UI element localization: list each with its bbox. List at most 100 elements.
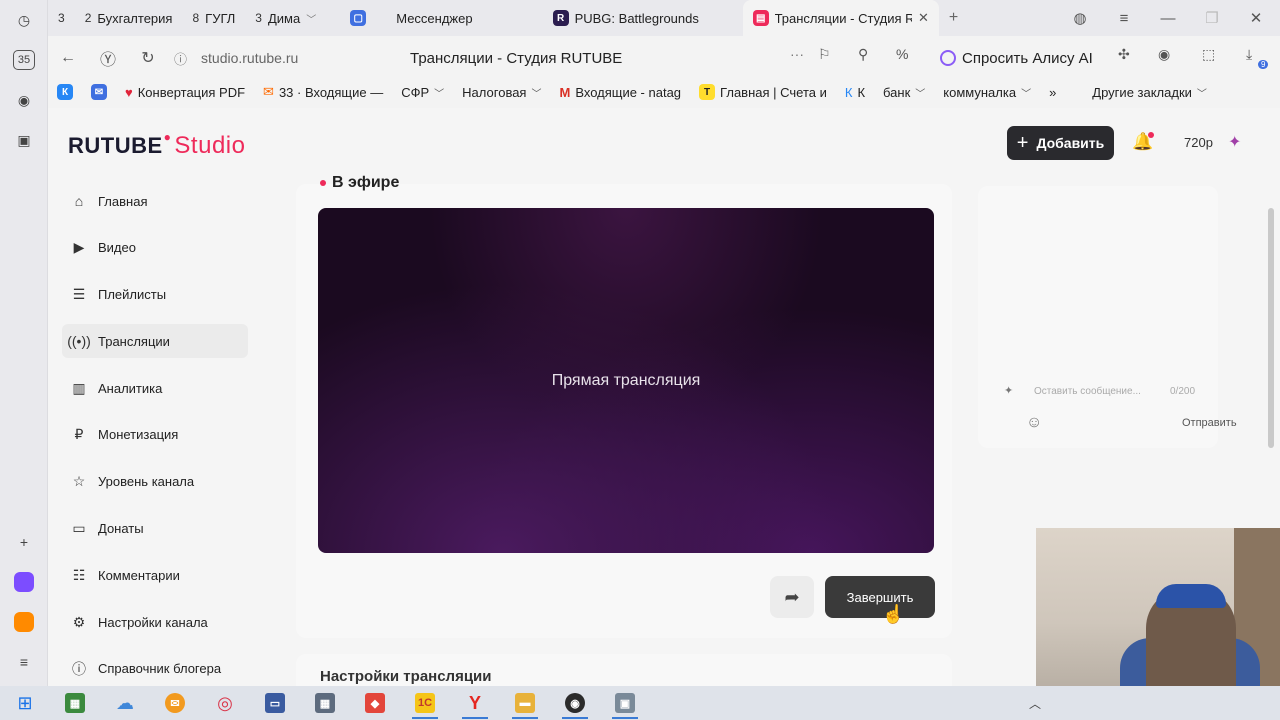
tab-group-buhgalteria[interactable]: 2 Бухгалтерия (75, 0, 183, 36)
sidebar-item-home[interactable]: ⌂ Главная (62, 184, 248, 218)
notifications-bell-icon[interactable]: 🔔 (1132, 132, 1154, 154)
sidebar-item-label: Видео (98, 240, 136, 256)
bookmark-icon[interactable]: ⚐ (818, 46, 831, 63)
taskbar-app-explorer[interactable]: ▬ (500, 686, 550, 720)
bookmark-utilities[interactable]: коммуналка ﹀ (934, 85, 1040, 100)
taskbar-app-1c[interactable]: 1С (400, 686, 450, 720)
sidebar-item-playlists[interactable]: ☰ Плейлисты (62, 278, 248, 312)
back-arrow-icon[interactable]: ← (48, 38, 88, 78)
url-text[interactable]: studio.rutube.ru (201, 50, 298, 66)
menu-lines-icon[interactable]: ≡ (12, 650, 36, 674)
taskbar-app-ccleaner[interactable]: ◎ (200, 686, 250, 720)
tab-pubg[interactable]: R PUBG: Battlegrounds (543, 0, 709, 36)
bookmark-bank[interactable]: банк ﹀ (874, 85, 934, 100)
bookmarks-overflow[interactable]: » (1040, 85, 1065, 100)
close-window-icon[interactable]: ✕ (1234, 0, 1278, 36)
bookmark-sfr[interactable]: СФР ﹀ (392, 85, 453, 100)
browser-menu-icon[interactable]: ≡ (1102, 0, 1146, 36)
profile-icon[interactable]: ◍ (1058, 0, 1102, 36)
bookmark-tax[interactable]: Налоговая ﹀ (453, 85, 550, 100)
sidebar-item-blogger-guide[interactable]: ⓘ Справочник блогера (62, 652, 248, 686)
bookmark-vk[interactable]: К (48, 84, 82, 100)
tab-rutube-studio[interactable]: ▤ Трансляции - Студия R ✕ (742, 0, 939, 36)
bookmark-label: 33 · Входящие — (278, 84, 384, 100)
taskbar-app-anydesk[interactable]: ◆ (350, 686, 400, 720)
taskbar-app-screen[interactable]: ▭ (250, 686, 300, 720)
bookmark-bank-home[interactable]: T Главная | Счета и (690, 84, 836, 100)
chat-input[interactable]: Оставить сообщение... (1034, 386, 1141, 397)
extensions-icon[interactable]: ✣ (1118, 46, 1130, 63)
sidebar-item-monetization[interactable]: ₽ Монетизация (62, 418, 248, 452)
broadcast-settings-heading[interactable]: Настройки трансляции (320, 668, 492, 685)
share-button[interactable]: ➦ (770, 576, 814, 618)
search-icon[interactable]: ⚲ (858, 46, 868, 63)
sidebar-item-channel-settings[interactable]: ⚙ Настройки канала (62, 605, 248, 639)
tab-count: 2 (84, 11, 92, 25)
send-button[interactable]: Отправить (1182, 417, 1237, 429)
sidebar-item-donations[interactable]: ▭ Донаты (62, 512, 248, 546)
site-info-icon[interactable]: ⓘ (174, 49, 187, 68)
restore-icon[interactable]: ❐ (1190, 0, 1234, 36)
comment-icon: ☷ (72, 566, 86, 583)
collections-icon[interactable]: ▣ (12, 128, 36, 152)
bookmark-inbox[interactable]: ✉ 33 · Входящие — (254, 84, 392, 100)
sidebar-item-broadcasts[interactable]: ((•)) Трансляции (62, 324, 248, 359)
gmail-icon: M (559, 84, 571, 100)
finish-broadcast-button[interactable]: Завершить (825, 576, 935, 618)
tab-messenger[interactable]: ▢ Мессенджер (340, 0, 482, 36)
close-tab-icon[interactable]: ✕ (918, 10, 929, 26)
taskbar-app-1[interactable]: ▦ (50, 686, 100, 720)
sidebar-item-channel-level[interactable]: ☆ Уровень канала (62, 465, 248, 499)
media-icon[interactable]: ◉ (1158, 46, 1170, 63)
reload-icon[interactable]: ↻ (128, 38, 168, 78)
taskbar-app-yandex[interactable]: Y (450, 686, 500, 720)
add-button[interactable]: + Добавить (1007, 126, 1114, 160)
quality-label[interactable]: 720p (1184, 135, 1213, 150)
webcam-person-cap (1156, 584, 1226, 608)
add-panel-icon[interactable]: + (12, 530, 36, 554)
discount-icon[interactable]: % (896, 46, 908, 62)
tab-group-1[interactable]: 3 (48, 0, 75, 36)
new-tab-button[interactable]: + (939, 0, 968, 36)
yandex-browser-icon: Y (468, 692, 481, 713)
page-scrollbar[interactable] (1268, 208, 1274, 448)
orange-app-icon[interactable] (12, 610, 36, 634)
ruble-icon: ₽ (74, 426, 84, 443)
ask-alice-button[interactable]: Спросить Алису AI (932, 44, 1105, 72)
video-player[interactable]: Прямая трансляция (318, 208, 934, 553)
tray-chevron-up-icon[interactable]: ︿ (1010, 686, 1060, 720)
downloads-icon[interactable]: ⤓ (1246, 46, 1252, 63)
taskbar-app-cloud[interactable]: ☁ (100, 686, 150, 720)
bookmark-label: Налоговая (462, 84, 527, 100)
history-icon[interactable]: ◷ (12, 8, 36, 32)
wallet-icon: ▭ (72, 520, 86, 537)
bookmark-mail[interactable]: ✉ (82, 84, 116, 100)
avatar[interactable]: ✦ (1228, 132, 1248, 152)
taskbar-app-mail[interactable]: ✉ (150, 686, 200, 720)
bookmarks-panel-icon[interactable]: ⬚ (1202, 46, 1215, 63)
other-bookmarks[interactable]: Другие закладки ﹀ (1083, 85, 1216, 100)
tab-group-google[interactable]: 8 ГУГЛ (182, 0, 245, 36)
sidebar-item-analytics[interactable]: ▥ Аналитика (62, 371, 248, 405)
rutube-studio-logo[interactable]: RUTUBE ● Studio (68, 130, 245, 160)
messenger-app-icon[interactable] (12, 570, 36, 594)
yandex-icon[interactable]: Ⓨ (88, 38, 128, 78)
chevron-down-icon: ﹀ (531, 88, 542, 100)
taskbar-app-obs[interactable]: ◉ (550, 686, 600, 720)
emoji-icon[interactable]: ☺ (1026, 414, 1042, 432)
tab-group-dima[interactable]: 3 Дима ﹀ (245, 0, 326, 36)
more-dots-icon[interactable]: ··· (790, 46, 804, 62)
camera-icon[interactable]: ◉ (12, 88, 36, 112)
bookmark-label: Другие закладки (1092, 84, 1192, 100)
bookmark-k[interactable]: КК (836, 85, 874, 100)
windows-start-icon[interactable]: ⊞ (0, 686, 50, 720)
tabs-counter-button[interactable]: 35 (12, 48, 36, 72)
minimize-icon[interactable]: — (1146, 0, 1190, 36)
bookmark-pdf[interactable]: ♥ Конвертация PDF (116, 85, 254, 100)
sidebar-item-video[interactable]: ▶ Видео (62, 231, 248, 265)
taskbar-app-calc[interactable]: ▦ (300, 686, 350, 720)
chat-avatar-icon: ✦ (1004, 385, 1014, 397)
taskbar-app-window[interactable]: ▣ (600, 686, 650, 720)
sidebar-item-comments[interactable]: ☷ Комментарии (62, 558, 248, 592)
bookmark-gmail[interactable]: M Входящие - natag (550, 85, 690, 100)
